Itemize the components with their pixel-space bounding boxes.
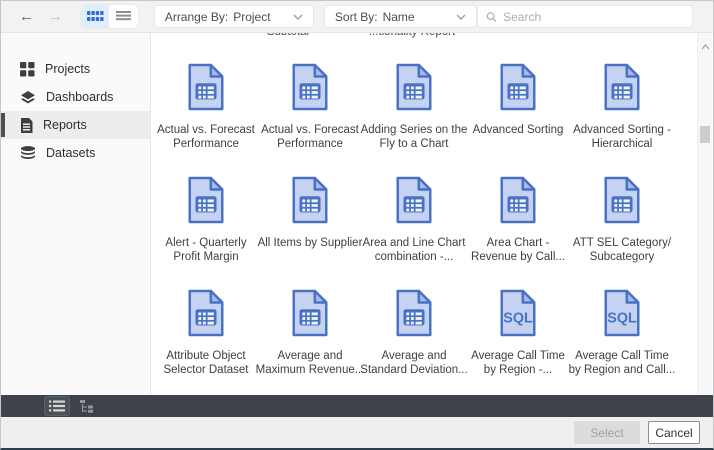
search-input[interactable] — [503, 10, 684, 24]
list-glyph — [116, 11, 131, 22]
report-table-icon — [184, 63, 228, 113]
svg-text:SQL: SQL — [607, 311, 637, 327]
sidebar-item-label: Projects — [45, 62, 90, 76]
sidebar-item-datasets[interactable]: Datasets — [1, 139, 150, 167]
file-label: Advanced Sorting - Hierarchical — [559, 123, 685, 151]
file-item[interactable]: Adding Series on the Fly to a Chart — [362, 63, 466, 176]
datasets-db-icon — [20, 146, 36, 160]
vertical-scrollbar[interactable] — [697, 33, 712, 395]
chevron-down-icon — [293, 14, 303, 20]
report-table-icon — [184, 289, 228, 339]
svg-text:SQL: SQL — [503, 311, 533, 327]
file-item[interactable]: Area and Line Chart combination -... — [362, 176, 466, 289]
chevron-down-icon — [456, 14, 466, 20]
sort-by-value: Name — [383, 10, 415, 24]
sidebar-item-label: Dashboards — [46, 90, 113, 104]
sort-by-dropdown[interactable]: Sort By: Name — [324, 5, 477, 28]
report-table-icon — [288, 63, 332, 113]
view-toggle — [81, 5, 138, 28]
sidebar-item-label: Reports — [43, 118, 87, 132]
projects-grid-icon — [20, 62, 35, 77]
report-table-icon — [184, 176, 228, 226]
toolbar: ← → Arrange By: Proj — [1, 1, 713, 33]
scrollbar-thumb[interactable] — [700, 126, 710, 143]
list-view-icon[interactable] — [109, 5, 137, 28]
report-table-icon — [600, 63, 644, 113]
file-list-panel: Subtotal ...tionality Report Actual vs. … — [152, 33, 696, 395]
list-view-icon[interactable] — [45, 397, 69, 415]
file-item[interactable]: Average and Standard Deviation... — [362, 289, 466, 395]
clipped-file-label: Subtotal — [267, 33, 309, 38]
arrange-by-value: Project — [233, 10, 270, 24]
file-item[interactable]: All Items by Supplier — [258, 176, 362, 289]
report-table-icon — [496, 63, 540, 113]
report-table-icon — [392, 289, 436, 339]
arrange-by-dropdown[interactable]: Arrange By: Project — [154, 5, 314, 28]
status-bar — [1, 395, 713, 417]
report-table-icon — [288, 289, 332, 339]
file-item[interactable]: Actual vs. Forecast Performance — [154, 63, 258, 176]
sidebar: Projects Dashboards Reports Datasets — [1, 33, 151, 395]
grid-glyph — [87, 11, 104, 22]
file-item[interactable]: Actual vs. Forecast Performance — [258, 63, 362, 176]
report-table-icon — [392, 63, 436, 113]
clipped-file-label: ...tionality Report — [369, 33, 455, 38]
sidebar-item-dashboards[interactable]: Dashboards — [1, 83, 150, 111]
grid-view-icon[interactable] — [81, 5, 109, 28]
tree-view-icon[interactable] — [75, 397, 99, 415]
sidebar-item-label: Datasets — [46, 146, 95, 160]
file-item[interactable]: SQLAverage Call Time by Region -... — [466, 289, 570, 395]
sql-file-icon: SQL — [600, 289, 644, 339]
cancel-button[interactable]: Cancel — [648, 421, 700, 444]
file-grid: Actual vs. Forecast PerformanceActual vs… — [152, 63, 696, 395]
sql-file-icon: SQL — [496, 289, 540, 339]
file-label: Average Call Time by Region and Call... — [559, 349, 685, 377]
report-table-icon — [496, 176, 540, 226]
sidebar-item-reports[interactable]: Reports — [1, 111, 150, 139]
search-icon — [486, 11, 497, 23]
file-item[interactable]: ATT SEL Category/ Subcategory — [570, 176, 674, 289]
sidebar-item-projects[interactable]: Projects — [1, 55, 150, 83]
file-item[interactable]: Average and Maximum Revenue... — [258, 289, 362, 395]
file-item[interactable]: Attribute Object Selector Dataset — [154, 289, 258, 395]
back-icon[interactable]: ← — [15, 9, 38, 24]
list-glyph — [49, 400, 65, 412]
file-item[interactable]: Alert - Quarterly Profit Margin — [154, 176, 258, 289]
select-button[interactable]: Select — [574, 421, 640, 444]
search-box — [477, 5, 693, 28]
report-table-icon — [600, 176, 644, 226]
arrange-by-label: Arrange By: — [165, 10, 228, 24]
dialog-footer: Select Cancel — [1, 417, 713, 448]
sort-by-label: Sort By: — [335, 10, 378, 24]
file-label: ATT SEL Category/ Subcategory — [559, 236, 685, 264]
forward-icon[interactable]: → — [44, 9, 67, 24]
report-table-icon — [392, 176, 436, 226]
scroll-up-icon[interactable] — [698, 37, 712, 55]
dashboards-icon — [20, 90, 36, 104]
file-item[interactable]: Area Chart - Revenue by Call... — [466, 176, 570, 289]
report-table-icon — [288, 176, 332, 226]
file-item[interactable]: Advanced Sorting - Hierarchical — [570, 63, 674, 176]
open-report-dialog: ← → Arrange By: Proj — [0, 0, 714, 450]
reports-doc-icon — [20, 118, 33, 133]
tree-glyph — [80, 400, 95, 413]
file-item[interactable]: SQLAverage Call Time by Region and Call.… — [570, 289, 674, 395]
file-item[interactable]: Advanced Sorting — [466, 63, 570, 176]
